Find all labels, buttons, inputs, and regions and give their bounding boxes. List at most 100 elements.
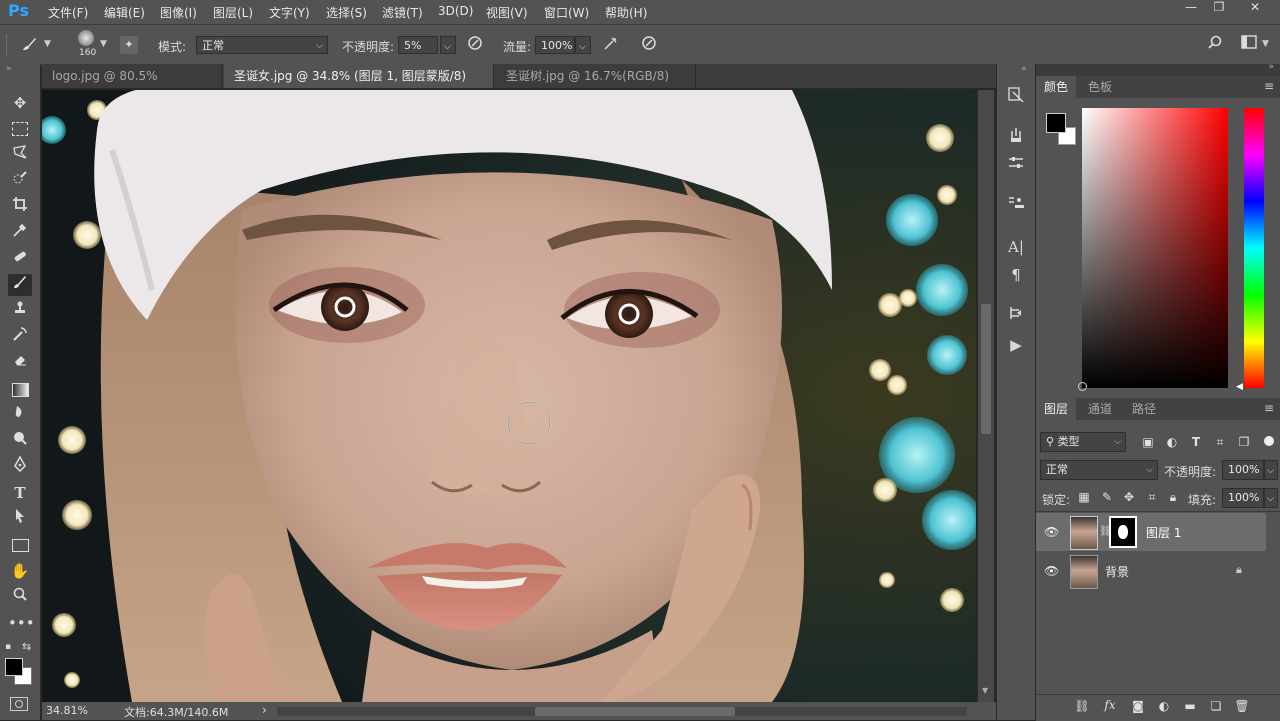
pen-tool-icon[interactable] <box>8 455 32 478</box>
flow-input[interactable]: 100% <box>535 36 575 54</box>
crop-tool-icon[interactable] <box>8 196 32 218</box>
filter-type-icon[interactable]: T <box>1188 435 1204 449</box>
dodge-tool-icon[interactable] <box>8 430 32 452</box>
chevron-down-icon[interactable]: ▼ <box>1262 39 1269 49</box>
hue-slider-handle[interactable]: ◀ <box>1236 382 1243 392</box>
zoom-tool-icon[interactable] <box>8 586 32 608</box>
brush-tool-icon[interactable] <box>8 274 32 296</box>
opacity-input[interactable]: 5% <box>398 36 438 54</box>
hue-slider[interactable] <box>1244 108 1264 388</box>
tab-layers[interactable]: 图层 <box>1036 398 1077 420</box>
brush-settings-icon[interactable] <box>1005 126 1027 148</box>
layer-row[interactable]: 👁︎ 背景 🔒︎ <box>1036 552 1266 590</box>
lock-all-icon[interactable]: 🔒︎ <box>1165 490 1181 505</box>
paragraph-icon[interactable]: ¶ <box>1005 264 1027 286</box>
minimize-button[interactable]: — <box>1176 0 1206 18</box>
layer-style-icon[interactable]: fx <box>1102 698 1118 712</box>
pressure-opacity-icon[interactable] <box>464 35 486 55</box>
flow-dropdown[interactable]: ⌵ <box>575 36 591 54</box>
tab-color[interactable]: 颜色 <box>1036 76 1077 98</box>
play-icon[interactable]: ▶ <box>1005 334 1027 356</box>
filter-pixel-icon[interactable]: ▣ <box>1140 435 1156 449</box>
tab-swatches[interactable]: 色板 <box>1080 76 1120 98</box>
actions-icon[interactable] <box>1005 304 1027 326</box>
healing-brush-tool-icon[interactable] <box>8 248 32 270</box>
mode-select[interactable]: 正常 ⌵ <box>196 36 328 54</box>
add-mask-icon[interactable]: ◙ <box>1130 699 1146 713</box>
color-picker-handle[interactable] <box>1078 382 1087 391</box>
close-button[interactable]: ✕ <box>1240 0 1270 18</box>
move-tool-icon[interactable]: ✥ <box>8 92 32 114</box>
default-colors-icon[interactable]: ▪ <box>5 642 11 652</box>
layer-opacity-dropdown[interactable]: ⌵ <box>1264 460 1278 480</box>
menu-help[interactable]: 帮助(H) <box>605 4 647 21</box>
fill-input[interactable]: 100% <box>1222 488 1264 508</box>
quick-mask-icon[interactable] <box>10 697 28 711</box>
eraser-tool-icon[interactable] <box>8 352 32 374</box>
menu-type[interactable]: 文字(Y) <box>269 4 310 21</box>
lock-transparent-icon[interactable]: ▦ <box>1076 490 1092 504</box>
menu-window[interactable]: 窗口(W) <box>544 4 589 21</box>
status-menu-arrow[interactable]: › <box>262 703 267 717</box>
fill-dropdown[interactable]: ⌵ <box>1264 488 1278 508</box>
brush-panel-icon[interactable]: ✦ <box>120 36 138 54</box>
link-layers-icon[interactable]: ⛓︎ <box>1074 699 1090 713</box>
color-foreground-swatch[interactable] <box>1046 113 1066 133</box>
tab-logo[interactable]: logo.jpg @ 80.5%(RGB/8#)× <box>42 64 222 107</box>
menu-filter[interactable]: 滤镜(T) <box>382 4 423 21</box>
panel-menu-icon[interactable]: ≡ <box>1264 401 1274 415</box>
character-icon[interactable]: A| <box>1005 236 1027 258</box>
menu-view[interactable]: 视图(V) <box>486 4 528 21</box>
vertical-scrollbar[interactable]: ▼ <box>978 90 994 702</box>
collapse-icon[interactable]: » <box>1268 62 1274 72</box>
delete-layer-icon[interactable]: 🗑︎ <box>1234 699 1250 713</box>
more-tools-icon[interactable]: ••• <box>8 612 35 634</box>
brush-tool-icon[interactable] <box>18 35 40 55</box>
new-group-icon[interactable]: ▬ <box>1182 699 1198 713</box>
horizontal-scroll-thumb[interactable] <box>535 707 735 716</box>
quick-select-tool-icon[interactable] <box>8 170 32 192</box>
options-grip[interactable] <box>6 35 13 55</box>
document-canvas[interactable] <box>42 90 976 702</box>
filter-smart-object-icon[interactable]: ❐ <box>1236 435 1252 449</box>
history-icon[interactable] <box>1005 86 1027 108</box>
layer-opacity-input[interactable]: 100% <box>1222 460 1264 480</box>
horizontal-scrollbar[interactable] <box>277 707 967 716</box>
history-brush-tool-icon[interactable] <box>8 326 32 348</box>
foreground-color-swatch[interactable] <box>5 658 23 676</box>
opacity-dropdown[interactable]: ⌵ <box>440 36 456 54</box>
eye-icon[interactable]: 👁︎ <box>1044 525 1059 539</box>
airbrush-icon[interactable] <box>600 35 622 55</box>
layer-row[interactable]: 👁︎ ⛓︎ 图层 1 <box>1036 513 1266 551</box>
panel-menu-icon[interactable]: ≡ <box>1264 79 1274 93</box>
adjustments-icon[interactable] <box>1005 154 1027 176</box>
menu-3d[interactable]: 3D(D) <box>438 4 473 18</box>
new-layer-icon[interactable]: ❏ <box>1208 699 1224 713</box>
swap-colors-icon[interactable]: ⇆ <box>22 640 31 653</box>
filter-toggle-icon[interactable] <box>1264 436 1274 446</box>
menu-edit[interactable]: 编辑(E) <box>104 4 145 21</box>
layer-filter-select[interactable]: ⚲ 类型 ⌵ <box>1040 432 1126 452</box>
blur-tool-icon[interactable] <box>8 404 32 426</box>
clone-source-icon[interactable] <box>1005 194 1027 216</box>
zoom-level[interactable]: 34.81% <box>46 704 88 717</box>
marquee-tool-icon[interactable] <box>8 118 32 140</box>
eyedropper-tool-icon[interactable] <box>8 222 32 244</box>
layer-name[interactable]: 背景 <box>1105 563 1129 580</box>
layer-mask-thumbnail[interactable] <box>1109 516 1137 548</box>
search-icon[interactable] <box>1204 35 1226 55</box>
menu-file[interactable]: 文件(F) <box>48 4 88 21</box>
type-tool-icon[interactable]: T <box>8 482 32 504</box>
hand-tool-icon[interactable]: ✋ <box>8 560 32 582</box>
rectangle-tool-icon[interactable] <box>8 534 32 556</box>
restore-button[interactable]: ❐ <box>1204 0 1234 18</box>
lasso-tool-icon[interactable] <box>8 144 32 166</box>
blend-mode-select[interactable]: 正常 ⌵ <box>1040 460 1158 480</box>
chevron-down-icon[interactable]: ▼ <box>100 39 107 49</box>
collapse-icon[interactable]: « <box>1021 64 1027 74</box>
layer-name[interactable]: 图层 1 <box>1146 524 1181 541</box>
filter-shape-icon[interactable]: ⌗ <box>1212 435 1228 450</box>
menu-select[interactable]: 选择(S) <box>326 4 367 21</box>
pressure-size-icon[interactable] <box>638 35 660 55</box>
gradient-tool-icon[interactable] <box>8 378 32 400</box>
